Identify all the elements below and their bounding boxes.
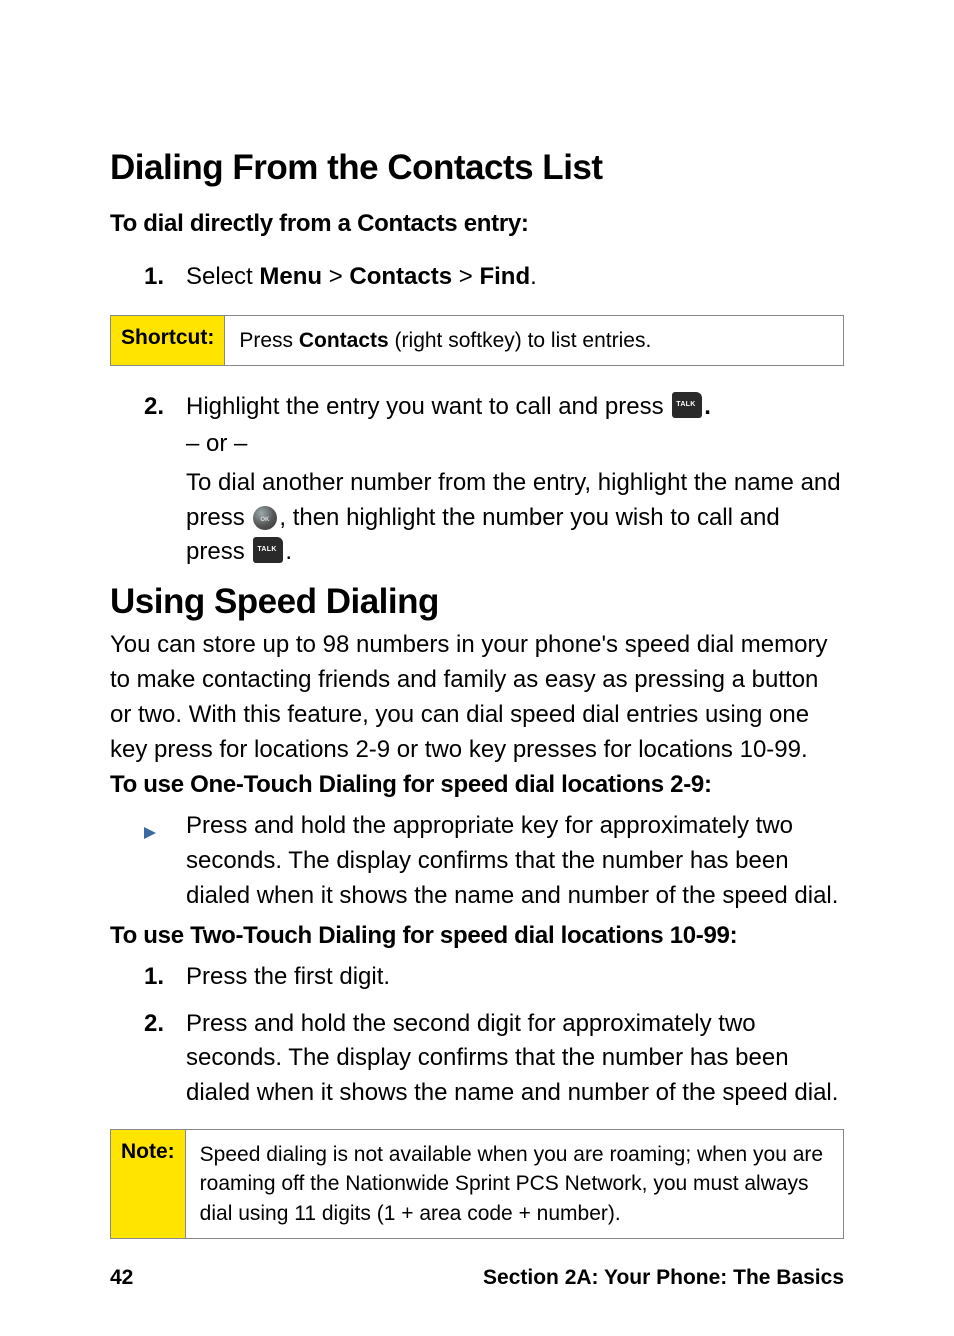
- text: .: [704, 393, 711, 420]
- step-body: Highlight the entry you want to call and…: [186, 390, 844, 570]
- step-number: 1.: [144, 960, 186, 995]
- text: (right softkey) to list entries.: [389, 329, 652, 352]
- contacts-label: Contacts: [349, 263, 452, 290]
- text: Select: [186, 263, 259, 290]
- menu-label: Menu: [259, 263, 322, 290]
- subhead-two-touch: To use Two-Touch Dialing for speed dial …: [110, 922, 844, 950]
- text: Press: [239, 329, 299, 352]
- contacts-softkey: Contacts: [299, 329, 389, 352]
- shortcut-label: Shortcut:: [111, 316, 225, 365]
- step-1-select-menu: 1. Select Menu > Contacts > Find.: [144, 260, 844, 295]
- talk-key-icon: [672, 392, 702, 418]
- heading-dialing-from-contacts: Dialing From the Contacts List: [110, 148, 844, 188]
- step-body: Select Menu > Contacts > Find.: [186, 260, 844, 295]
- separator: >: [322, 263, 349, 290]
- step-number: 2.: [144, 1007, 186, 1111]
- subhead-one-touch: To use One-Touch Dialing for speed dial …: [110, 771, 844, 799]
- shortcut-body: Press Contacts (right softkey) to list e…: [225, 316, 843, 365]
- text: Highlight the entry you want to call and…: [186, 393, 670, 420]
- bullet-marker: [144, 809, 186, 913]
- step-2-highlight-entry: 2. Highlight the entry you want to call …: [144, 390, 844, 570]
- step-number: 1.: [144, 260, 186, 295]
- note-body: Speed dialing is not available when you …: [186, 1130, 843, 1238]
- shortcut-callout: Shortcut: Press Contacts (right softkey)…: [110, 315, 844, 366]
- step-1-first-digit: 1. Press the first digit.: [144, 960, 844, 995]
- heading-using-speed-dialing: Using Speed Dialing: [110, 582, 844, 622]
- text: .: [285, 538, 292, 565]
- bullet-text: Press and hold the appropriate key for a…: [186, 809, 844, 913]
- step-body: Press and hold the second digit for appr…: [186, 1007, 844, 1111]
- find-label: Find: [479, 263, 530, 290]
- speed-dialing-paragraph: You can store up to 98 numbers in your p…: [110, 628, 844, 767]
- ok-key-icon: [253, 506, 277, 530]
- section-title: Section 2A: Your Phone: The Basics: [483, 1266, 844, 1290]
- period: .: [530, 263, 537, 290]
- note-label: Note:: [111, 1130, 186, 1238]
- separator: >: [452, 263, 479, 290]
- bullet-one-touch: Press and hold the appropriate key for a…: [144, 809, 844, 913]
- step-2-second-digit: 2. Press and hold the second digit for a…: [144, 1007, 844, 1111]
- step-body: Press the first digit.: [186, 960, 844, 995]
- note-callout: Note: Speed dialing is not available whe…: [110, 1129, 844, 1239]
- subhead-dial-directly: To dial directly from a Contacts entry:: [110, 210, 844, 238]
- triangle-icon: [144, 827, 156, 839]
- page-footer: 42 Section 2A: Your Phone: The Basics: [110, 1266, 844, 1290]
- page-number: 42: [110, 1266, 133, 1290]
- or-separator: – or –: [186, 427, 844, 462]
- step-number: 2.: [144, 390, 186, 570]
- talk-key-icon: [253, 537, 283, 563]
